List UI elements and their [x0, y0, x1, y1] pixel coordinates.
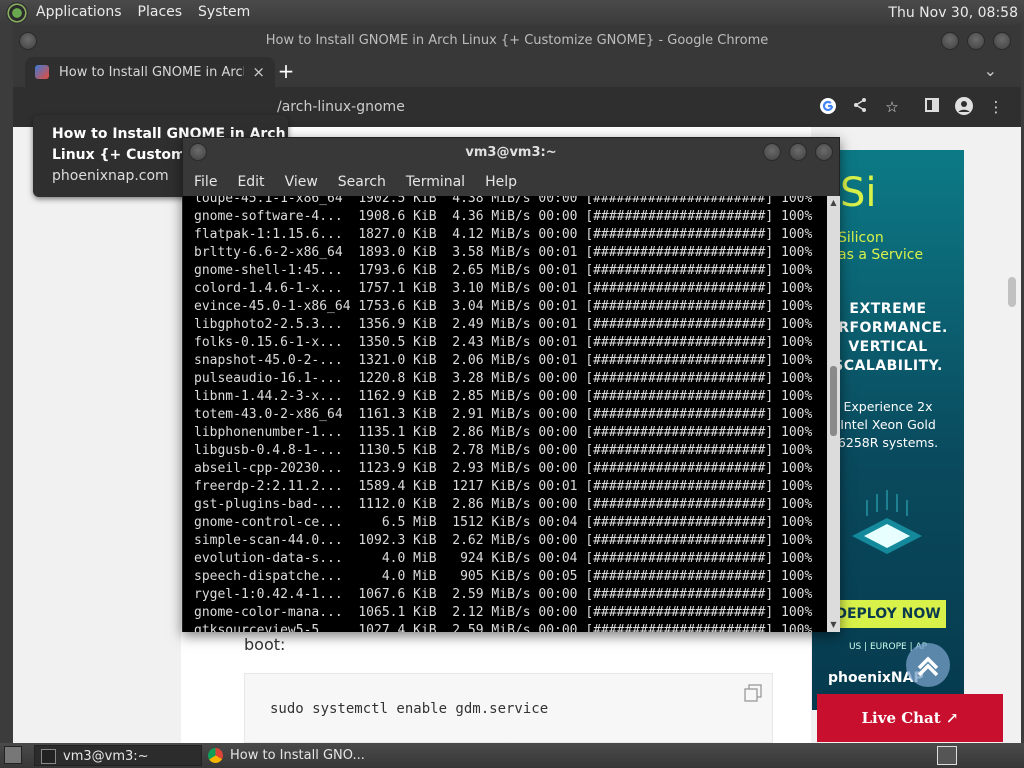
terminal-line: libgphoto2-2.5.3... 1356.9 KiB 2.49 MiB/… [194, 317, 813, 332]
terminal-maximize-button[interactable] [789, 143, 807, 161]
tab-search-chevron-icon[interactable]: ⌄ [984, 61, 997, 80]
terminal-menubar: File Edit View Search Terminal Help [183, 168, 839, 196]
clock[interactable]: Thu Nov 30, 08:58 [888, 5, 1024, 21]
scroll-to-top-button[interactable] [906, 643, 950, 687]
places-menu[interactable]: Places [130, 0, 191, 25]
show-desktop-button[interactable] [4, 746, 22, 764]
tab-close-icon[interactable]: × [252, 63, 265, 81]
terminal-line: snapshot-45.0-2-... 1321.0 KiB 2.06 MiB/… [194, 353, 813, 368]
terminal-line: evolution-data-s... 4.0 MiB 924 KiB/s 00… [194, 551, 813, 566]
workspace-switcher[interactable] [937, 746, 957, 765]
taskbar-chrome[interactable]: How to Install GNO... [202, 745, 370, 766]
menu-search[interactable]: Search [338, 174, 386, 190]
new-tab-button[interactable]: + [275, 59, 297, 83]
terminal-output[interactable]: loupe-45.1-1-x86_64 1902.5 KiB 4.38 MiB/… [183, 196, 827, 632]
page-scroll-thumb[interactable] [1008, 277, 1016, 307]
ad-tagline-line1: Silicon [838, 230, 884, 246]
taskbar-terminal-label: vm3@vm3:~ [63, 749, 149, 764]
menu-file[interactable]: File [194, 174, 217, 190]
terminal-title: vm3@vm3:~ [465, 145, 557, 160]
window-menu-button[interactable] [19, 32, 37, 50]
page-scrollbar[interactable] [1005, 127, 1019, 743]
scroll-up-arrow-icon[interactable]: ▲ [829, 198, 838, 207]
terminal-line: gnome-control-ce... 6.5 MiB 1512 KiB/s 0… [194, 515, 813, 530]
address-bar[interactable]: /arch-linux-gnome [213, 93, 813, 121]
tab-title: How to Install GNOME in Arch [59, 64, 245, 80]
distro-logo-icon[interactable] [6, 1, 28, 24]
terminal-line: evince-45.0-1-x86_64 1753.6 KiB 3.04 MiB… [194, 299, 813, 314]
profile-avatar-icon[interactable] [954, 97, 974, 117]
google-lens-icon[interactable] [818, 97, 838, 117]
applications-menu[interactable]: Applications [28, 0, 130, 25]
tab-strip: How to Install GNOME in Arch × + ⌄ [13, 57, 1021, 87]
terminal-line: brltty-6.6-2-x86_64 1893.0 KiB 3.58 MiB/… [194, 245, 813, 260]
code-text: sudo systemctl enable gdm.service [270, 701, 549, 717]
terminal-line: libphonenumber-1... 1135.1 KiB 2.86 MiB/… [194, 425, 813, 440]
terminal-line: flatpak-1:1.15.6... 1827.0 KiB 4.12 MiB/… [194, 227, 813, 242]
terminal-close-button[interactable] [815, 143, 833, 161]
code-block: sudo systemctl enable gdm.service [244, 673, 773, 743]
chrome-menu-icon[interactable]: ⋮ [986, 97, 1006, 117]
terminal-line: folks-0.15.6-1-x... 1350.5 KiB 2.43 MiB/… [194, 335, 813, 350]
terminal-line: abseil-cpp-20230... 1123.9 KiB 2.93 MiB/… [194, 461, 813, 476]
menu-help[interactable]: Help [485, 174, 517, 190]
boot-text: boot: [244, 635, 286, 654]
deploy-now-button[interactable]: DEPLOY NOW [830, 600, 946, 628]
menu-terminal[interactable]: Terminal [406, 174, 465, 190]
ad-si-logo: Si [840, 170, 877, 216]
terminal-line: speech-dispatche... 4.0 MiB 905 KiB/s 00… [194, 569, 813, 584]
copy-icon[interactable] [744, 684, 762, 702]
chrome-icon [208, 748, 223, 763]
taskbar-chrome-label: How to Install GNO... [230, 748, 365, 763]
terminal-titlebar[interactable]: vm3@vm3:~ [183, 138, 839, 168]
system-menu[interactable]: System [190, 0, 258, 25]
menu-edit[interactable]: Edit [237, 174, 264, 190]
bottom-taskbar: vm3@vm3:~ How to Install GNO... [0, 743, 1024, 768]
live-chat-button[interactable]: Live Chat ↗ [817, 694, 1003, 742]
terminal-lines: loupe-45.1-1-x86_64 1902.5 KiB 4.38 MiB/… [194, 196, 812, 632]
top-panel: Applications Places System Thu Nov 30, 0… [0, 0, 1024, 25]
terminal-line: gnome-shell-1:45... 1793.6 KiB 2.65 MiB/… [194, 263, 813, 278]
terminal-window: vm3@vm3:~ File Edit View Search Terminal… [182, 137, 840, 632]
terminal-scroll-thumb[interactable] [830, 366, 837, 436]
terminal-line: gnome-color-mana... 1065.1 KiB 2.12 MiB/… [194, 605, 813, 620]
taskbar-terminal[interactable]: vm3@vm3:~ [34, 745, 202, 766]
terminal-minimize-button[interactable] [763, 143, 781, 161]
side-panel-icon[interactable] [922, 97, 942, 117]
terminal-line: simple-scan-44.0... 1092.3 KiB 2.62 MiB/… [194, 533, 813, 548]
chrome-titlebar[interactable]: How to Install GNOME in Arch Linux {+ Cu… [13, 25, 1021, 57]
terminal-line: loupe-45.1-1-x86_64 1902.5 KiB 4.38 MiB/… [194, 196, 813, 206]
processor-chip-icon [852, 490, 922, 554]
terminal-line: freerdp-2:2.11.2... 1589.4 KiB 1217 KiB/… [194, 479, 813, 494]
scroll-down-arrow-icon[interactable]: ▼ [829, 620, 838, 629]
terminal-line: gnome-software-4... 1908.6 KiB 4.36 MiB/… [194, 209, 813, 224]
chevron-up-icon [917, 656, 939, 677]
ad-tagline: Silicon as a Service [838, 230, 923, 264]
terminal-scrollbar[interactable]: ▲ ▼ [827, 196, 840, 632]
bookmark-star-icon[interactable]: ☆ [882, 97, 902, 117]
url-text: /arch-linux-gnome [277, 99, 405, 115]
terminal-window-menu-button[interactable] [189, 143, 207, 161]
terminal-line: libgusb-0.4.8-1-... 1130.5 KiB 2.78 MiB/… [194, 443, 813, 458]
terminal-line: rygel-1:0.42.4-1... 1067.6 KiB 2.59 MiB/… [194, 587, 813, 602]
chrome-window-title: How to Install GNOME in Arch Linux {+ Cu… [265, 33, 769, 48]
phoenixnap-favicon-icon [35, 65, 49, 79]
close-button[interactable] [993, 32, 1011, 50]
share-icon[interactable] [850, 97, 870, 117]
terminal-icon [41, 749, 56, 764]
terminal-line: gtksourceview5-5... 1027.4 KiB 2.59 MiB/… [194, 623, 813, 632]
ad-tagline-line2: as a Service [838, 247, 924, 263]
terminal-line: libnm-1.44.2-3-x... 1162.9 KiB 2.85 MiB/… [194, 389, 813, 404]
terminal-line: pulseaudio-16.1-... 1220.8 KiB 3.28 MiB/… [194, 371, 813, 386]
tab-how-to-install-gnome[interactable]: How to Install GNOME in Arch × [25, 57, 275, 87]
terminal-line: colord-1.4.6-1-x... 1757.1 KiB 3.10 MiB/… [194, 281, 813, 296]
terminal-line: totem-43.0-2-x86_64 1161.3 KiB 2.91 MiB/… [194, 407, 813, 422]
minimize-button[interactable] [941, 32, 959, 50]
menu-view[interactable]: View [285, 174, 318, 190]
terminal-line: gst-plugins-bad-... 1112.0 KiB 2.86 MiB/… [194, 497, 813, 512]
maximize-button[interactable] [967, 32, 985, 50]
